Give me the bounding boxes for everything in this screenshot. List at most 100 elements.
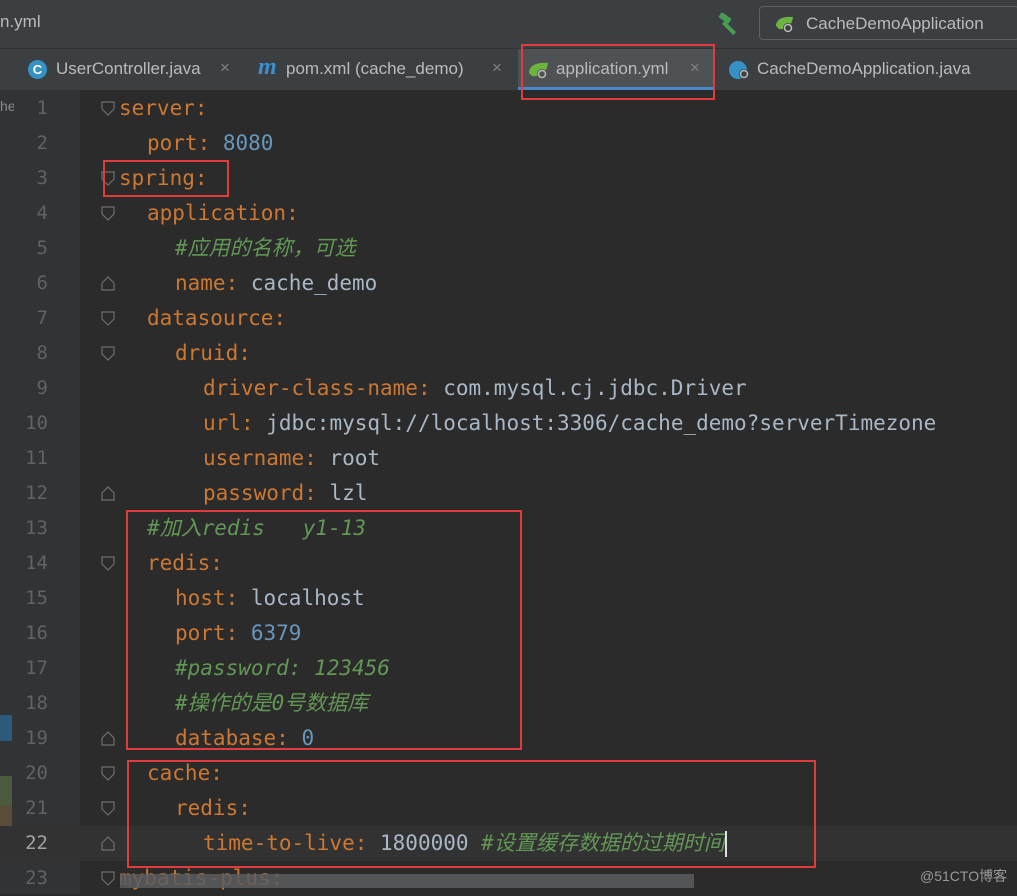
code-text[interactable]: application:	[147, 196, 299, 231]
yaml-key: spring	[119, 166, 195, 190]
yaml-key: url	[203, 411, 241, 435]
code-text[interactable]: time-to-live: 1800000 #设置缓存数据的过期时间	[203, 826, 727, 861]
line-number: 14	[25, 552, 48, 574]
code-text[interactable]: port: 6379	[175, 616, 301, 651]
code-comment: #password: 123456	[175, 656, 390, 680]
fold-marker-icon[interactable]	[101, 801, 115, 816]
tab-pom-xml[interactable]: m pom.xml (cache_demo) ×	[248, 49, 514, 90]
fold-marker-icon[interactable]	[101, 486, 115, 501]
code-line[interactable]: 16 port: 6379	[0, 616, 1017, 651]
code-line[interactable]: 18 #操作的是0号数据库	[0, 686, 1017, 721]
code-comment: #设置缓存数据的过期时间	[481, 831, 725, 855]
text-caret	[724, 831, 727, 857]
close-icon[interactable]: ×	[492, 58, 502, 78]
code-line[interactable]: 8 druid:	[0, 336, 1017, 371]
code-line[interactable]: 3 spring:	[0, 161, 1017, 196]
code-text[interactable]: server:	[119, 91, 208, 126]
fold-marker-icon[interactable]	[101, 731, 115, 746]
run-configuration-label: CacheDemoApplication	[806, 14, 984, 33]
fold-marker-icon[interactable]	[101, 276, 115, 291]
tab-application-yml[interactable]: application.yml ×	[518, 49, 714, 90]
code-line[interactable]: 19 database: 0	[0, 721, 1017, 756]
code-line[interactable]: 14 redis:	[0, 546, 1017, 581]
code-line[interactable]: 22 time-to-live: 1800000 #设置缓存数据的过期时间	[0, 826, 1017, 861]
file-breadcrumb[interactable]: n.yml	[0, 12, 41, 32]
code-line[interactable]: 7 datasource:	[0, 301, 1017, 336]
line-number: 4	[36, 202, 48, 224]
yaml-value: localhost	[250, 586, 365, 610]
fold-marker-icon[interactable]	[101, 171, 115, 186]
fold-marker-icon[interactable]	[101, 556, 115, 571]
run-configuration-selector[interactable]: CacheDemoApplication	[759, 6, 1017, 40]
line-number: 11	[25, 447, 48, 469]
code-text[interactable]: #加入redis y1-13	[147, 511, 366, 546]
close-icon[interactable]: ×	[690, 58, 700, 78]
code-line[interactable]: 15 host: localhost	[0, 581, 1017, 616]
code-text[interactable]: #应用的名称，可选	[175, 231, 356, 266]
code-text[interactable]: driver-class-name: com.mysql.cj.jdbc.Dri…	[203, 371, 747, 406]
code-line[interactable]: 6 name: cache_demo	[0, 266, 1017, 301]
code-text[interactable]: #操作的是0号数据库	[175, 686, 368, 721]
close-icon[interactable]: ×	[220, 58, 230, 78]
code-text[interactable]: redis:	[147, 546, 223, 581]
fold-marker-icon[interactable]	[101, 871, 115, 886]
yaml-value: com.mysql.cj.jdbc.Driver	[443, 376, 747, 400]
fold-marker-icon[interactable]	[101, 346, 115, 361]
yaml-value: root	[329, 446, 381, 470]
tab-label: CacheDemoApplication.java	[757, 59, 971, 78]
fold-marker-icon[interactable]	[101, 311, 115, 326]
code-text[interactable]: druid:	[175, 336, 251, 371]
code-line[interactable]: 4 application:	[0, 196, 1017, 231]
code-line[interactable]: 5 #应用的名称，可选	[0, 231, 1017, 266]
code-text[interactable]: host: localhost	[175, 581, 365, 616]
code-text[interactable]: redis:	[175, 791, 251, 826]
maven-icon: m	[258, 54, 277, 80]
code-text[interactable]: spring:	[119, 161, 208, 196]
yaml-number: 6379	[250, 621, 302, 645]
yaml-punct: :	[276, 726, 302, 750]
code-line[interactable]: 2 port: 8080	[0, 126, 1017, 161]
code-text[interactable]: password: lzl	[203, 476, 367, 511]
yaml-punct: :	[210, 761, 223, 785]
code-line[interactable]: 11 username: root	[0, 441, 1017, 476]
fold-marker-icon[interactable]	[101, 766, 115, 781]
code-line[interactable]: 10 url: jdbc:mysql://localhost:3306/cache…	[0, 406, 1017, 441]
line-number: 19	[25, 727, 48, 749]
line-number: 12	[25, 482, 48, 504]
code-line[interactable]: 9 driver-class-name: com.mysql.cj.jdbc.Dr…	[0, 371, 1017, 406]
yaml-key: datasource	[147, 306, 274, 330]
code-text[interactable]: #password: 123456	[175, 651, 390, 686]
yaml-punct: :	[194, 166, 208, 190]
code-line[interactable]: 12 password: lzl	[0, 476, 1017, 511]
tab-cachedemoapplication[interactable]: CacheDemoApplication.java	[718, 49, 1017, 90]
code-line[interactable]: 17 #password: 123456	[0, 651, 1017, 686]
line-number: 3	[36, 167, 48, 189]
code-text[interactable]: datasource:	[147, 301, 286, 336]
yaml-key: time-to-live	[203, 831, 355, 855]
tab-usercontroller[interactable]: C UserController.java ×	[16, 49, 244, 90]
code-text[interactable]: name: cache_demo	[175, 266, 377, 301]
code-line[interactable]: 21 redis:	[0, 791, 1017, 826]
code-text[interactable]: database: 0	[175, 721, 314, 756]
fold-marker-icon[interactable]	[101, 836, 115, 851]
code-text[interactable]: port: 8080	[147, 126, 273, 161]
line-number: 7	[36, 307, 48, 329]
fold-marker-icon[interactable]	[101, 206, 115, 221]
code-text[interactable]: cache:	[147, 756, 223, 791]
line-number: 1	[36, 97, 48, 119]
code-text[interactable]: username: root	[203, 441, 380, 476]
yaml-key: redis	[175, 796, 239, 820]
code-line[interactable]: 13 #加入redis y1-13	[0, 511, 1017, 546]
yaml-punct: :	[225, 271, 251, 295]
hammer-icon[interactable]	[716, 11, 742, 37]
yaml-key: username	[203, 446, 305, 470]
yaml-punct: :	[417, 376, 444, 400]
yaml-punct: :	[354, 831, 381, 855]
yaml-punct: :	[194, 96, 208, 120]
horizontal-scrollbar[interactable]	[120, 874, 694, 888]
yaml-key: password	[203, 481, 305, 505]
code-line[interactable]: 1 server:	[0, 91, 1017, 126]
code-text[interactable]: url: jdbc:mysql://localhost:3306/cache_d…	[203, 406, 936, 441]
fold-marker-icon[interactable]	[101, 101, 115, 116]
code-line[interactable]: 20 cache:	[0, 756, 1017, 791]
